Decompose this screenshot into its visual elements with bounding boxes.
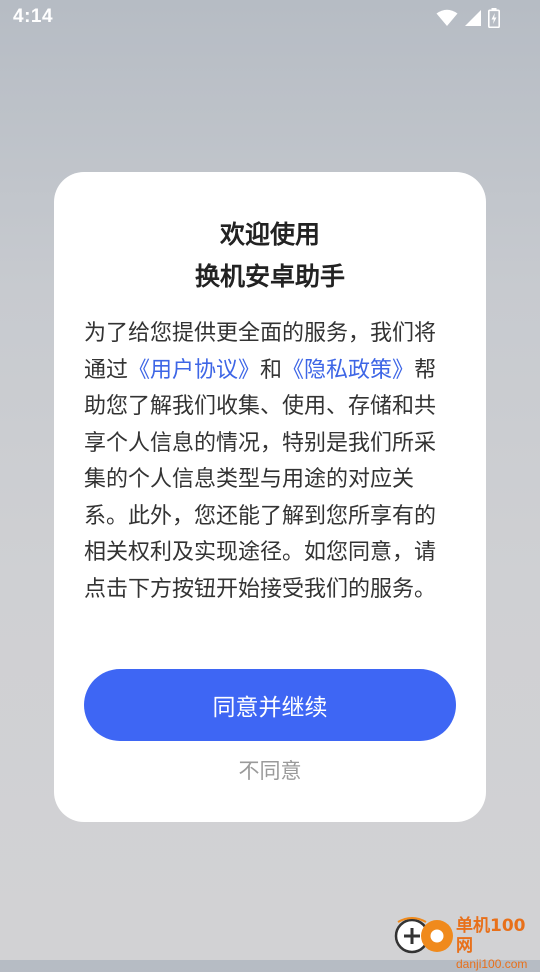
dialog-title-line1: 欢迎使用 <box>219 220 320 249</box>
wifi-icon <box>436 9 458 26</box>
dialog-title-line2: 换机安卓助手 <box>194 262 345 291</box>
status-bar: 4:14 <box>0 0 540 36</box>
privacy-consent-dialog: 欢迎使用 换机安卓助手 为了给您提供更全面的服务，我们将通过《用户协议》和《隐私… <box>54 172 486 822</box>
dialog-message: 为了给您提供更全面的服务，我们将通过《用户协议》和《隐私政策》帮助您了解我们收集… <box>84 316 456 608</box>
cellular-signal-icon <box>465 10 481 26</box>
status-time: 4:14 <box>13 6 54 27</box>
status-icons <box>436 6 500 30</box>
watermark-name: 单机100网 <box>456 916 526 956</box>
privacy-policy-link[interactable]: 《隐私政策》 <box>282 358 414 383</box>
site-watermark: 单机100网 danji100.com <box>392 912 540 971</box>
watermark-url: danji100.com <box>456 957 528 971</box>
battery-charging-icon <box>488 8 500 28</box>
watermark-logo-icon <box>394 917 453 954</box>
agree-continue-button[interactable]: 同意并继续 <box>84 669 456 741</box>
disagree-button[interactable]: 不同意 <box>54 752 486 788</box>
watermark-text: 单机100网 danji100.com <box>456 916 540 972</box>
message-rest: 帮助您了解我们收集、使用、存储和共享个人信息的情况，特别是我们所采集的个人信息类… <box>84 357 437 602</box>
user-agreement-link[interactable]: 《用户协议》 <box>128 358 260 383</box>
message-and: 和 <box>260 357 283 383</box>
dialog-title: 欢迎使用 换机安卓助手 <box>54 214 486 298</box>
